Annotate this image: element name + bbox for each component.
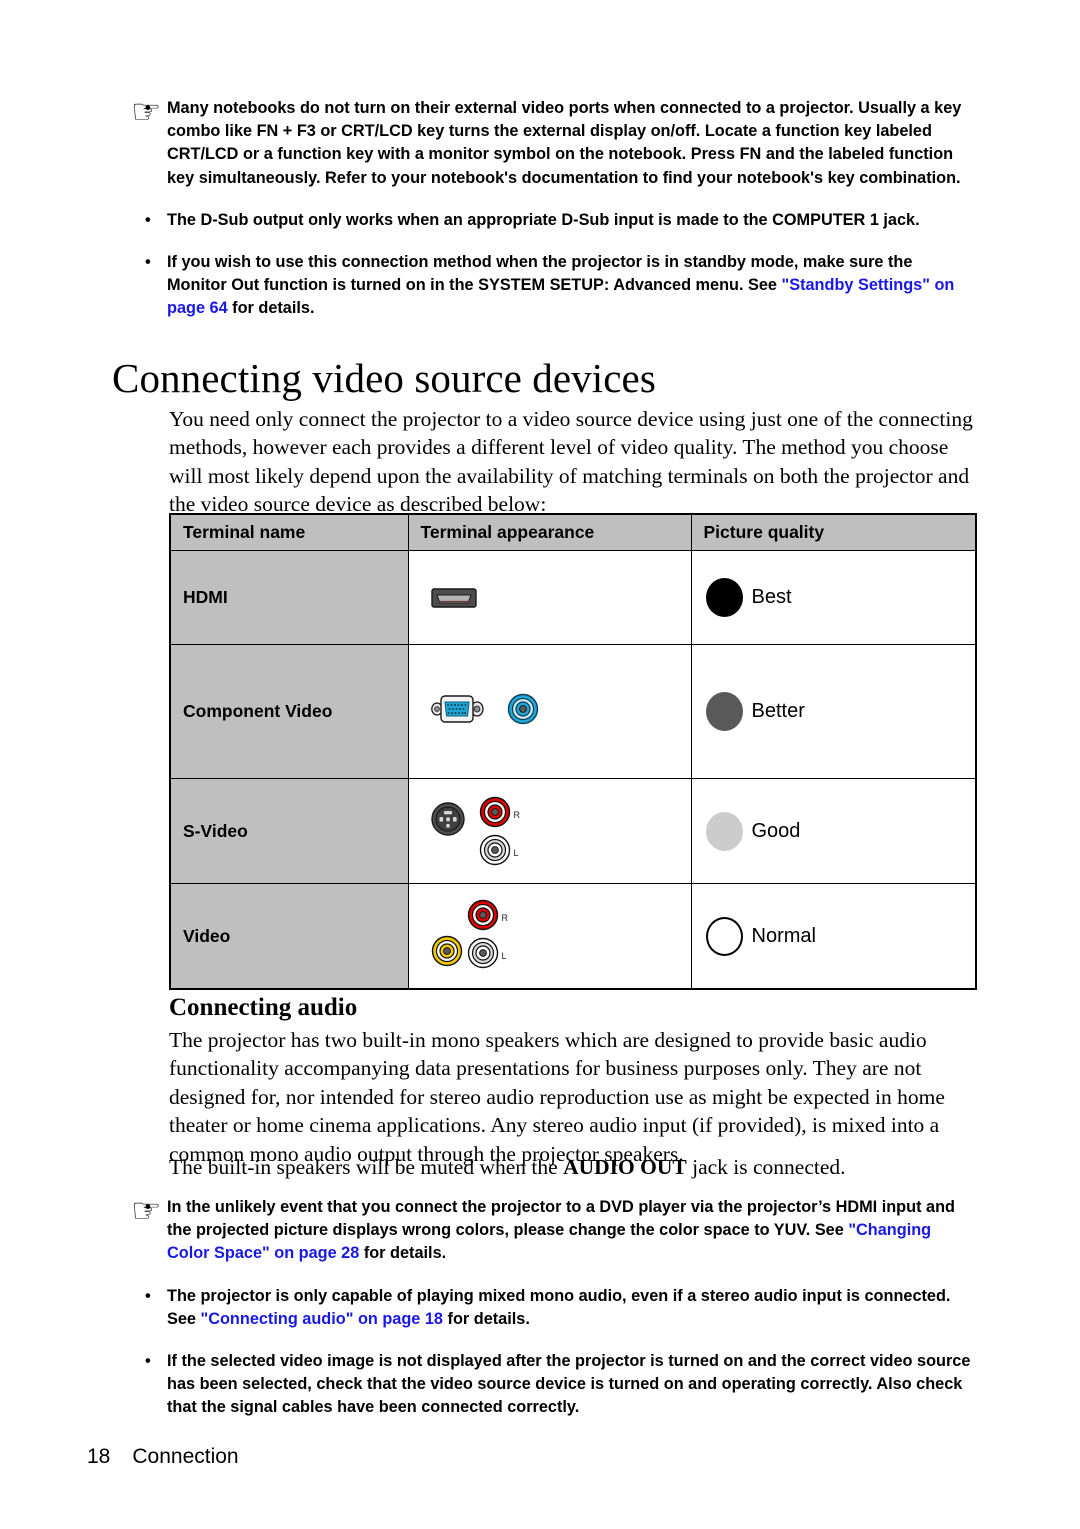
top-notes-block: ☞ • Many notebooks do not turn on their e… <box>131 95 976 321</box>
section-heading-connecting-audio: Connecting audio <box>169 994 358 1021</box>
note-item: • The D-Sub output only works when an app… <box>131 209 976 232</box>
note-text: If the selected video image is not displ… <box>167 1352 971 1417</box>
terminal-name-cell: S-Video <box>169 778 409 884</box>
note-bullet: • <box>145 1286 151 1305</box>
note-bullet: • <box>145 1352 151 1371</box>
quality-label: Better <box>751 700 805 722</box>
muted-note-pre: The built-in speakers will be muted when… <box>169 1155 564 1179</box>
note-item: • In the unlikely event that you connect … <box>131 1196 976 1266</box>
terminal-name-cell: HDMI <box>169 550 409 645</box>
table-header-row: Terminal name Terminal appearance Pictur… <box>169 513 977 551</box>
cross-reference-link[interactable]: "Connecting audio" on page 18 <box>201 1310 444 1328</box>
column-header-terminal-appearance: Terminal appearance <box>407 513 692 551</box>
note-text: Many notebooks do not turn on their exte… <box>167 99 962 187</box>
bottom-notes-block: ☞ • In the unlikely event that you connec… <box>131 1194 976 1420</box>
rca-jack-yellow-icon <box>431 935 463 972</box>
picture-quality-cell: Good <box>690 778 977 884</box>
audio-out-label: AUDIO OUT <box>563 1155 687 1179</box>
rca-channel-label-left: L <box>501 950 507 961</box>
terminal-appearance-cell: R L <box>407 778 692 884</box>
terminal-appearance-cell: R L <box>407 883 692 990</box>
note-bullet: • <box>145 1198 151 1216</box>
terminal-appearance-cell <box>407 550 692 645</box>
audio-paragraph: The projector has two built-in mono spea… <box>169 1028 945 1166</box>
rca-channel-label-right: R <box>501 912 509 923</box>
quality-label: Good <box>751 819 801 842</box>
picture-quality-cell: Best <box>690 550 977 645</box>
note-item: • If the selected video image is not disp… <box>131 1350 976 1420</box>
audio-muted-note: The built-in speakers will be muted when… <box>169 1153 981 1181</box>
quality-dot <box>705 811 743 851</box>
bottom-notes-list: • In the unlikely event that you connect … <box>131 1196 976 1420</box>
rca-jack-blue-icon <box>507 693 539 730</box>
table-row: Video R L Normal <box>169 883 977 990</box>
table-row: HDMI Best <box>169 550 977 645</box>
picture-quality-cell: Better <box>690 644 977 779</box>
note-item: • Many notebooks do not turn on their ext… <box>131 97 976 190</box>
column-header-picture-quality: Picture quality <box>690 513 977 551</box>
page-title: Connecting video source devices <box>112 355 656 401</box>
intro-paragraph: You need only connect the projector to a… <box>169 407 973 517</box>
table-row: S-Video R L Good <box>169 778 977 884</box>
note-bullet: • <box>145 99 151 117</box>
rca-jack-red-icon <box>467 899 499 936</box>
quality-label: Normal <box>751 924 816 947</box>
rca-jack-red-icon <box>479 796 511 833</box>
note-item: • If you wish to use this connection meth… <box>131 251 976 321</box>
hdmi-port-icon <box>430 584 691 612</box>
note-text: for details. <box>443 1309 530 1328</box>
page-number: 18 <box>87 1445 111 1468</box>
note-bullet: • <box>145 210 151 229</box>
top-notes-list: • Many notebooks do not turn on their ext… <box>131 97 976 321</box>
note-bullet: • <box>145 253 151 272</box>
quality-dot <box>705 692 743 731</box>
footer-section-label: Connection <box>132 1445 239 1468</box>
note-text: In the unlikely event that you connect t… <box>167 1198 955 1240</box>
column-header-terminal-name: Terminal name <box>169 513 409 551</box>
document-page: ☞ • Many notebooks do not turn on their e… <box>0 0 1080 1529</box>
picture-quality-cell: Normal <box>690 883 977 990</box>
terminal-table-wrapper: Terminal name Terminal appearance Pictur… <box>169 513 977 990</box>
rca-channel-label-right: R <box>513 809 521 820</box>
rca-channel-label-left: L <box>513 847 519 858</box>
muted-note-post: jack is connected. <box>686 1155 846 1179</box>
d-sub-connector-icon <box>430 692 491 731</box>
quality-label: Best <box>751 586 792 608</box>
quality-dot <box>705 916 743 956</box>
note-text: The D-Sub output only works when an appr… <box>167 210 920 229</box>
note-item: • The projector is only capable of playin… <box>131 1285 976 1331</box>
quality-dot <box>705 578 743 617</box>
note-text: for details. <box>227 299 315 318</box>
terminal-name-cell: Video <box>169 883 409 990</box>
mini-din-s-video-icon <box>430 802 465 841</box>
note-text: for details. <box>359 1244 447 1263</box>
terminal-appearance-cell <box>407 644 692 779</box>
terminal-comparison-table: Terminal name Terminal appearance Pictur… <box>169 513 977 990</box>
table-row: Component Video Better <box>169 644 977 779</box>
terminal-name-cell: Component Video <box>169 644 409 779</box>
rca-jack-white-icon <box>479 834 511 871</box>
rca-jack-white-icon <box>467 937 499 974</box>
page-footer: 18 Connection <box>87 1445 239 1469</box>
